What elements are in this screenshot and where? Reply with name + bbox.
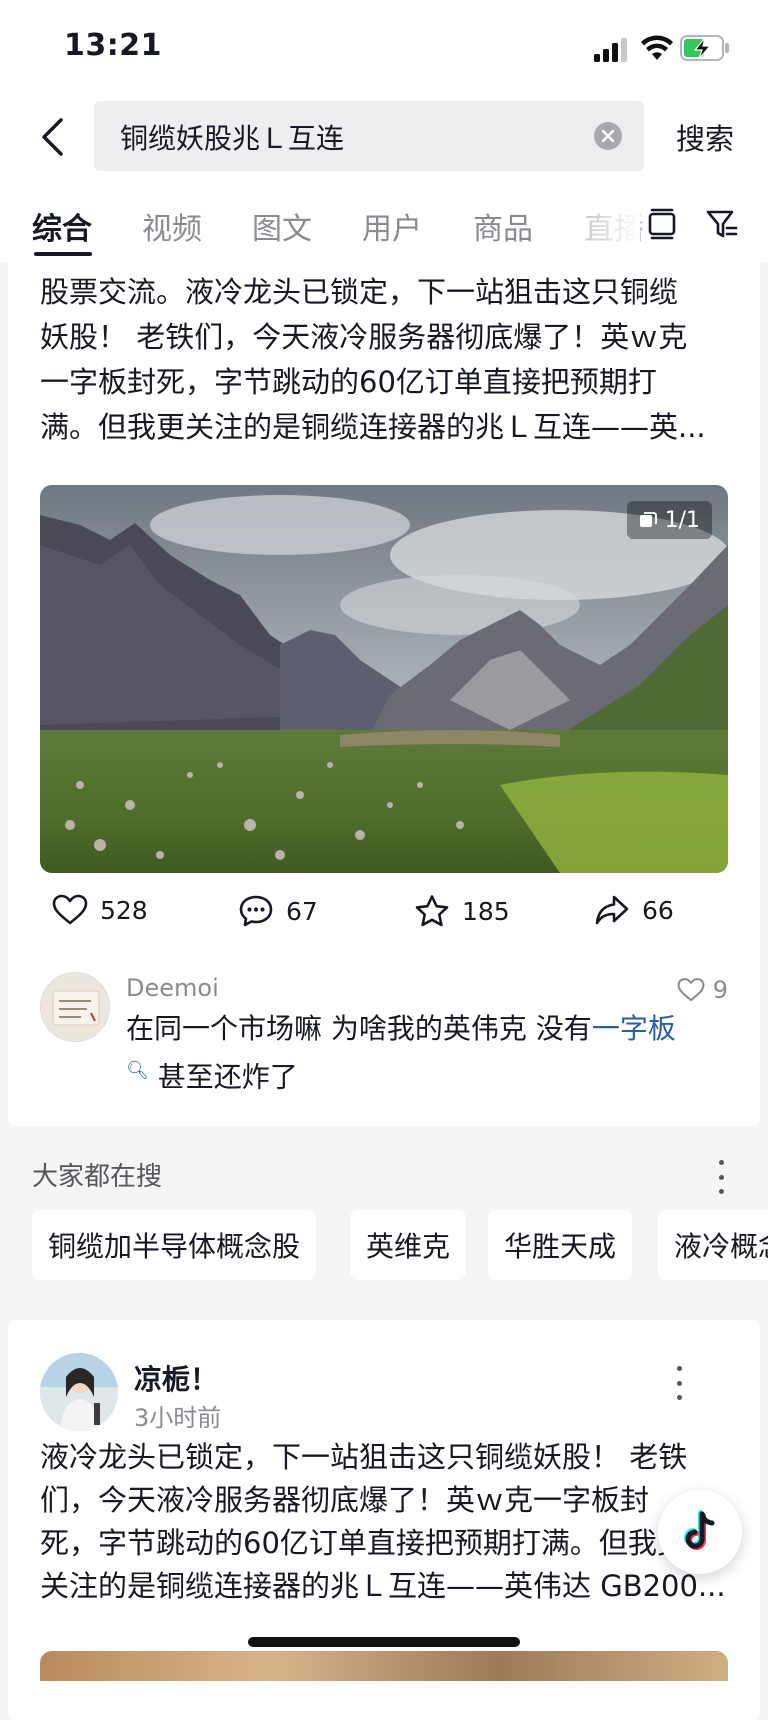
top-comment[interactable]: Deemoi 9 在同一个市场嘛 为啥我的英伟克 没有一字板 🔍︎ 甚至还炸了 [40, 972, 728, 1093]
tab-goods[interactable]: 商品 [473, 204, 533, 248]
comment-text-part: 甚至还炸了 [148, 1060, 298, 1094]
post-text-line: 们，今天液冷服务器彻底爆了！英ｗ克一字板封 [40, 1483, 650, 1517]
tab-users[interactable]: 用户 [362, 204, 422, 248]
more-options-icon[interactable] [717, 1160, 725, 1194]
status-time: 13:21 [64, 28, 162, 63]
layout-toggle-icon[interactable] [644, 204, 680, 244]
tab-all[interactable]: 综合 [32, 204, 92, 248]
comment-text-part: 在同一个市场嘛 为啥我的英伟克 没有 [126, 1012, 592, 1045]
post-text-line: 股票交流。液冷龙头已锁定，下一站狙击这只铜缆 [40, 275, 679, 309]
filter-icon[interactable] [704, 204, 740, 244]
back-button[interactable] [30, 112, 74, 162]
search-link-icon[interactable]: 🔍︎ [126, 1060, 149, 1081]
post-text-line: 一字板封死，字节跳动的60亿订单直接把预期打 [40, 365, 657, 399]
wifi-icon [641, 35, 673, 60]
post-text-line: 妖股！ 老铁们，今天液冷服务器彻底爆了！英ｗ克 [40, 320, 688, 354]
favorite-count: 185 [462, 896, 510, 926]
search-button[interactable]: 搜索 [676, 116, 734, 158]
comment-icon [239, 895, 273, 927]
share-button[interactable]: 66 [594, 894, 674, 926]
image-count: 1/1 [664, 507, 700, 533]
post-text-line: 死，字节跳动的60亿订单直接把预期打满。但我更 [40, 1526, 686, 1560]
home-indicator [248, 1637, 520, 1647]
tab-image-text[interactable]: 图文 [252, 204, 312, 248]
cellular-signal-icon [594, 38, 627, 62]
trending-search-list: 铜缆加半导体概念股 英维克 华胜天成 液冷概念 [32, 1210, 768, 1280]
heart-icon [677, 978, 705, 1002]
author-name[interactable]: 凉栀！ [134, 1358, 218, 1398]
post-actions: 528 67 185 66 [8, 872, 760, 952]
comment-count: 67 [286, 896, 318, 926]
comment-button[interactable]: 67 [238, 894, 318, 928]
active-tab-indicator [34, 252, 92, 256]
comment-like-count: 9 [712, 976, 728, 1004]
post-text-line: 满。但我更关注的是铜缆连接器的兆Ｌ互连——英... [40, 410, 706, 444]
post-card[interactable]: 股票交流。液冷龙头已锁定，下一站狙击这只铜缆 妖股！ 老铁们，今天液冷服务器彻底… [8, 252, 760, 1126]
commenter-avatar[interactable] [40, 972, 110, 1042]
post-text[interactable]: 液冷龙头已锁定，下一站狙击这只铜缆妖股！ 老铁 们，今天液冷服务器彻底爆了！英ｗ… [40, 1436, 728, 1608]
heart-icon [52, 894, 88, 925]
top-bar: 13:21 铜缆妖股兆Ｌ互连 搜索 综合 视频 图文 用户 商品 [0, 0, 768, 262]
search-query: 铜缆妖股兆Ｌ互连 [120, 122, 345, 155]
floating-tiktok-button[interactable] [658, 1490, 742, 1574]
comment-like-button[interactable]: 9 [677, 976, 728, 1004]
post-image[interactable] [40, 1651, 728, 1681]
status-bar: 13:21 [0, 0, 768, 96]
favorite-button[interactable]: 185 [414, 894, 510, 928]
post-text-line: 液冷龙头已锁定，下一站狙击这只铜缆妖股！ 老铁 [40, 1440, 688, 1474]
post-image[interactable]: 1/1 [40, 485, 728, 873]
share-arrow-icon [595, 895, 629, 925]
image-count-badge: 1/1 [626, 501, 712, 539]
post-time: 3小时前 [134, 1404, 222, 1432]
commenter-name[interactable]: Deemoi [126, 974, 219, 1002]
tab-fade [580, 190, 640, 260]
battery-charging-icon [680, 35, 729, 61]
author-avatar[interactable] [40, 1353, 118, 1431]
post-text-line: 关注的是铜缆连接器的兆Ｌ互连——英伟达 GB200... [40, 1569, 726, 1603]
clear-search-icon[interactable] [594, 122, 622, 150]
comment-text: 在同一个市场嘛 为啥我的英伟克 没有一字板 🔍︎ 甚至还炸了 [126, 1008, 686, 1098]
share-count: 66 [642, 895, 674, 925]
search-input[interactable]: 铜缆妖股兆Ｌ互连 [94, 101, 644, 171]
trending-search-chip[interactable]: 液冷概念 [658, 1210, 768, 1280]
like-button[interactable]: 528 [52, 894, 148, 926]
gallery-icon [639, 512, 657, 527]
tab-video[interactable]: 视频 [142, 204, 202, 248]
post-card[interactable]: 凉栀！ 3小时前 液冷龙头已锁定，下一站狙击这只铜缆妖股！ 老铁 们，今天液冷服… [8, 1320, 760, 1720]
trending-search-chip[interactable]: 铜缆加半导体概念股 [32, 1210, 317, 1280]
everyone-search-title: 大家都在搜 [32, 1162, 163, 1192]
post-text[interactable]: 股票交流。液冷龙头已锁定，下一站狙击这只铜缆 妖股！ 老铁们，今天液冷服务器彻底… [40, 270, 728, 450]
trending-search-chip[interactable]: 英维克 [350, 1210, 467, 1280]
star-icon [415, 895, 449, 927]
like-count: 528 [100, 895, 148, 925]
post-more-icon[interactable] [675, 1366, 683, 1400]
filter-tabs: 综合 视频 图文 用户 商品 直播 [0, 190, 768, 260]
chevron-left-icon [42, 118, 63, 156]
trending-search-chip[interactable]: 华胜天成 [488, 1210, 633, 1280]
tiktok-note-icon [684, 1510, 715, 1550]
mountain-landscape-image [40, 485, 728, 873]
comment-search-link[interactable]: 一字板 [592, 1012, 676, 1045]
